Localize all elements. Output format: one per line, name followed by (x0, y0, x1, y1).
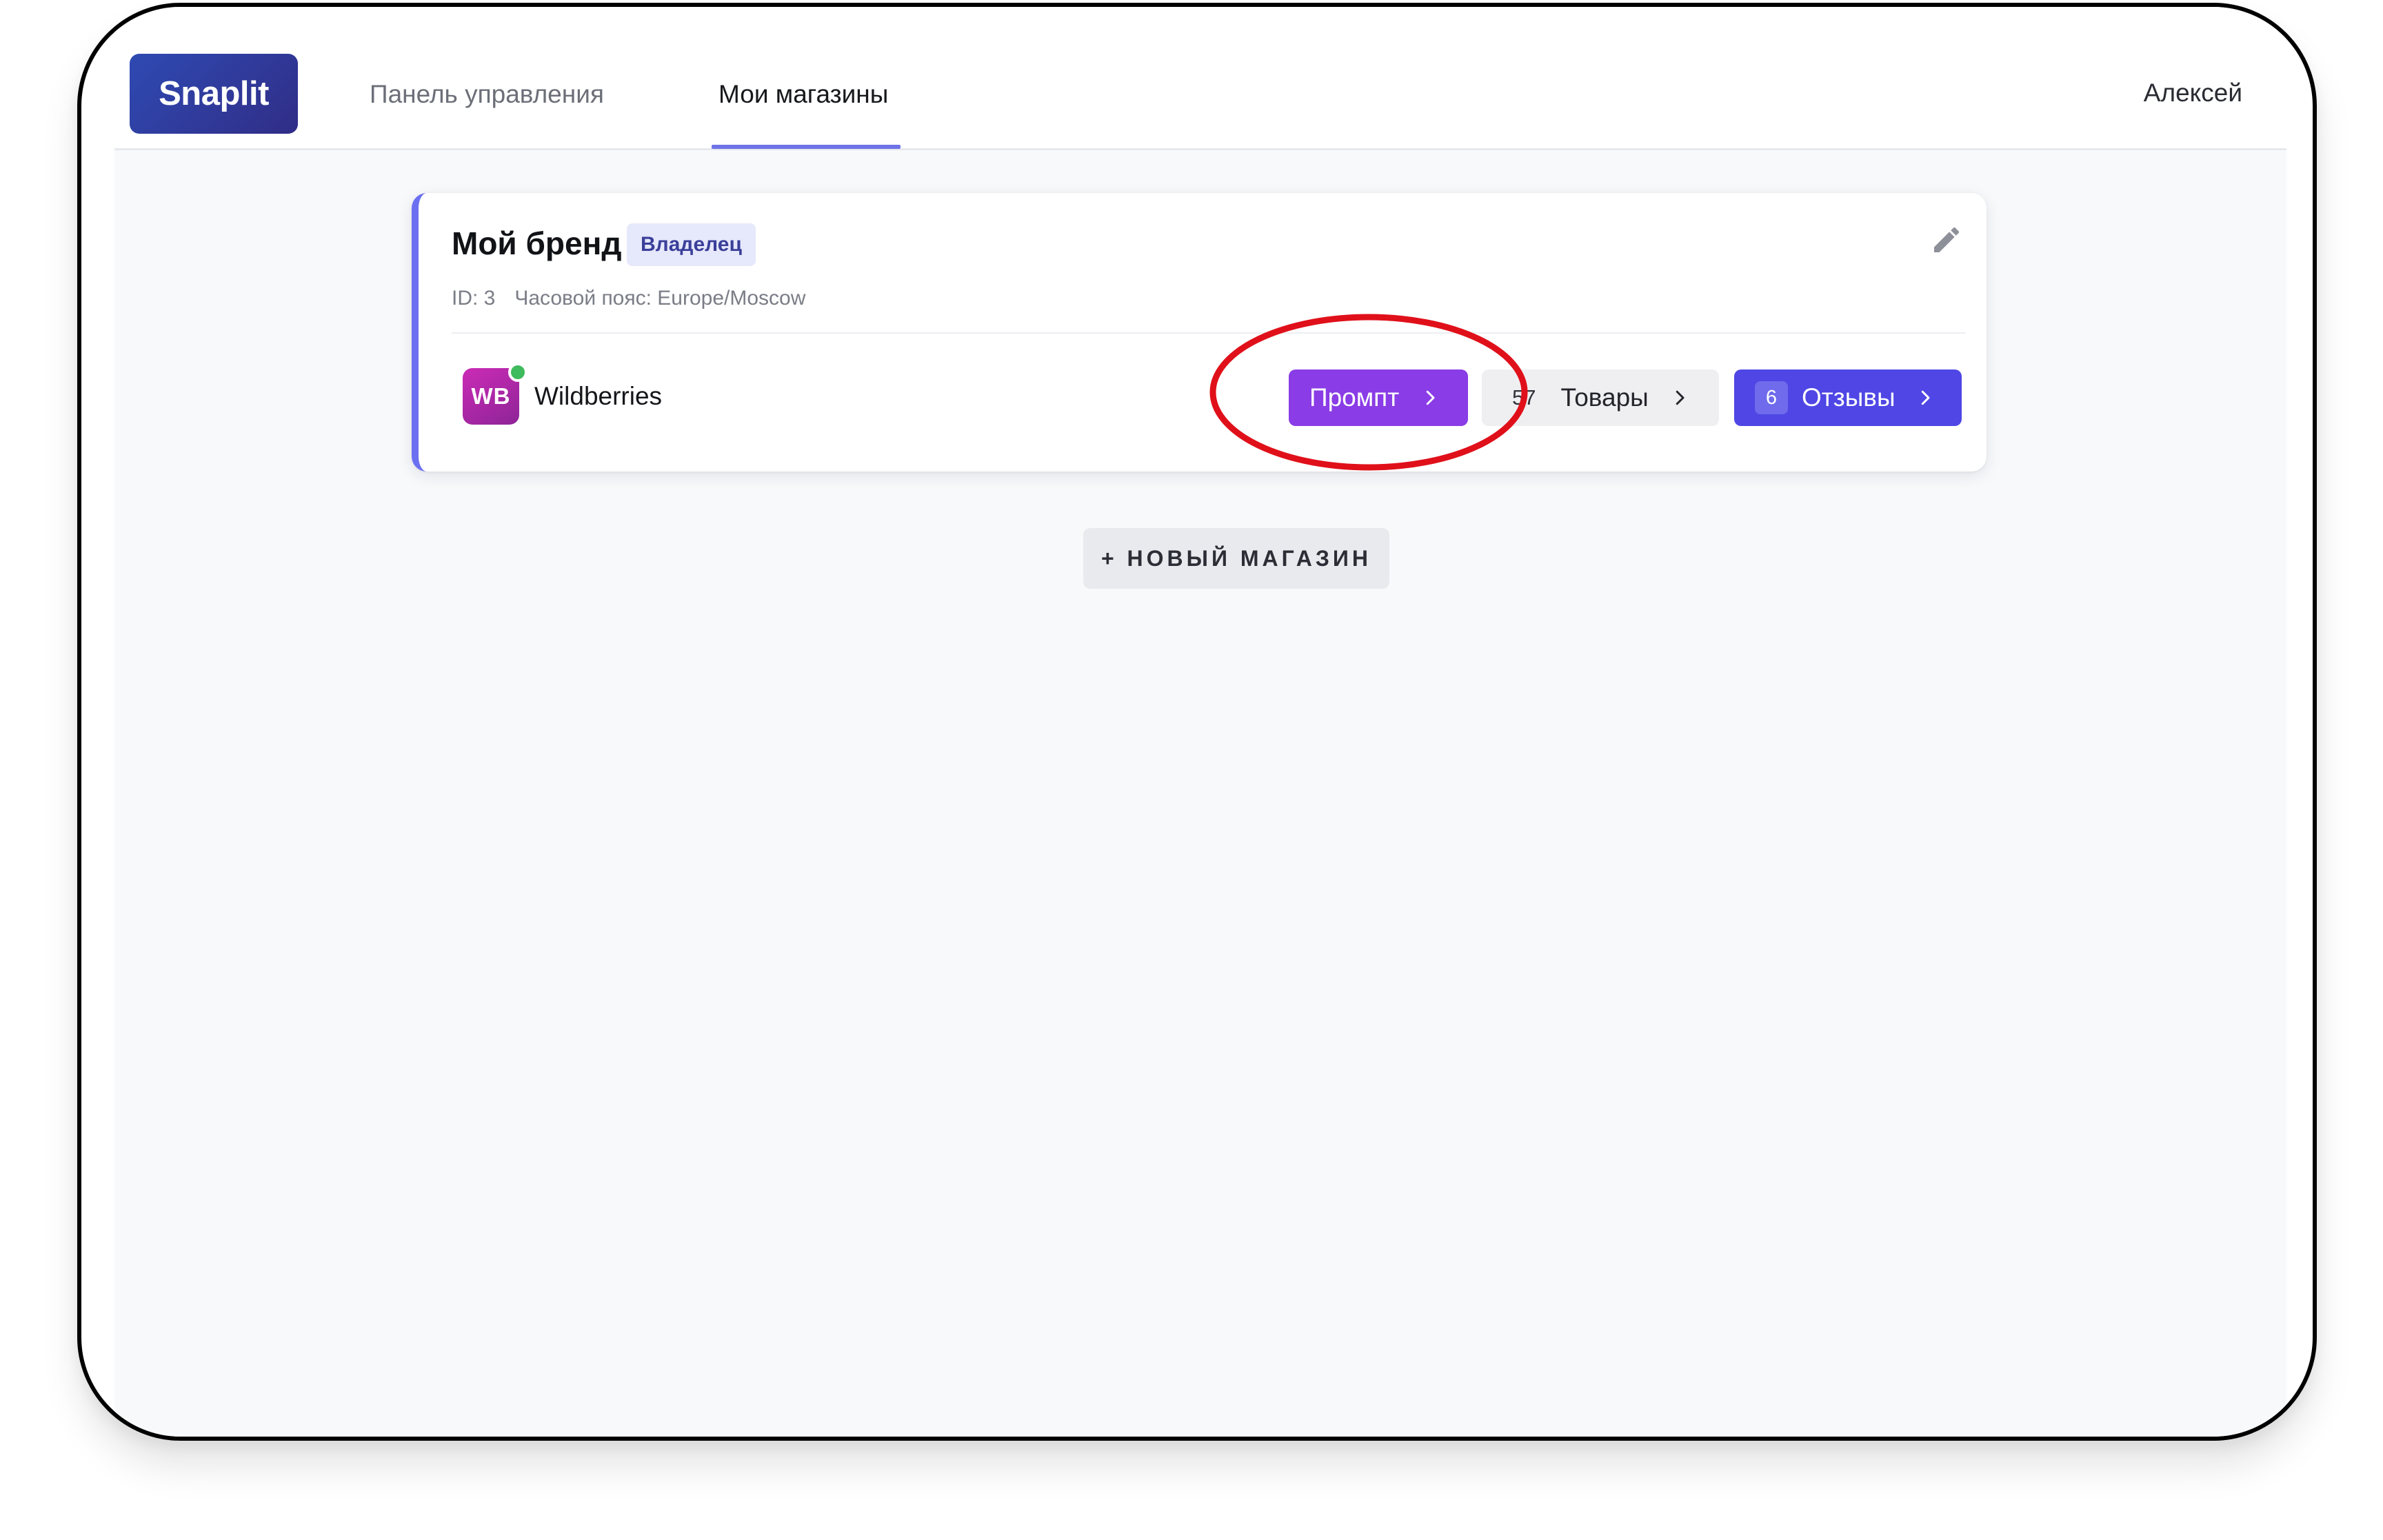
prompt-button-label: Промпт (1309, 383, 1400, 412)
marketplace-name: Wildberries (534, 382, 663, 410)
active-tab-indicator (712, 145, 901, 149)
main-content: Мой бренд Владелец ID: 3 Часовой пояс: Eu… (114, 150, 2286, 1437)
store-card: Мой бренд Владелец ID: 3 Часовой пояс: Eu… (412, 193, 1987, 472)
reviews-button[interactable]: 6 Отзывы (1734, 369, 1962, 426)
device-frame: Snaplit Панель управления Мои магазины А… (77, 3, 2317, 1441)
prompt-button[interactable]: Промпт (1289, 369, 1468, 426)
new-store-button[interactable]: + НОВЫЙ МАГАЗИН (1083, 528, 1389, 589)
reviews-button-label: Отзывы (1802, 383, 1896, 412)
top-navigation-bar: Snaplit Панель управления Мои магазины А… (114, 7, 2286, 150)
snaplit-logo[interactable]: Snaplit (130, 54, 298, 134)
chevron-right-icon (1921, 390, 1930, 405)
connection-status-dot (508, 363, 527, 382)
chevron-right-icon (1676, 390, 1685, 405)
products-button[interactable]: 57 Товары (1482, 369, 1719, 426)
user-menu[interactable]: Алексей (2144, 79, 2242, 108)
store-id: ID: 3 (452, 287, 496, 310)
products-button-label: Товары (1560, 383, 1649, 412)
nav-link-dashboard[interactable]: Панель управления (370, 80, 604, 109)
store-name: Мой бренд (452, 225, 622, 261)
card-divider (452, 332, 1966, 334)
store-timezone: Часовой пояс: Europe/Moscow (514, 287, 806, 310)
products-count: 57 (1512, 385, 1536, 409)
nav-link-my-stores[interactable]: Мои магазины (718, 80, 888, 109)
chevron-right-icon (1426, 390, 1435, 405)
pencil-icon[interactable] (1930, 223, 1963, 256)
reviews-count-badge: 6 (1755, 381, 1788, 414)
role-badge: Владелец (627, 223, 756, 266)
store-meta: ID: 3 Часовой пояс: Europe/Moscow (452, 287, 805, 310)
